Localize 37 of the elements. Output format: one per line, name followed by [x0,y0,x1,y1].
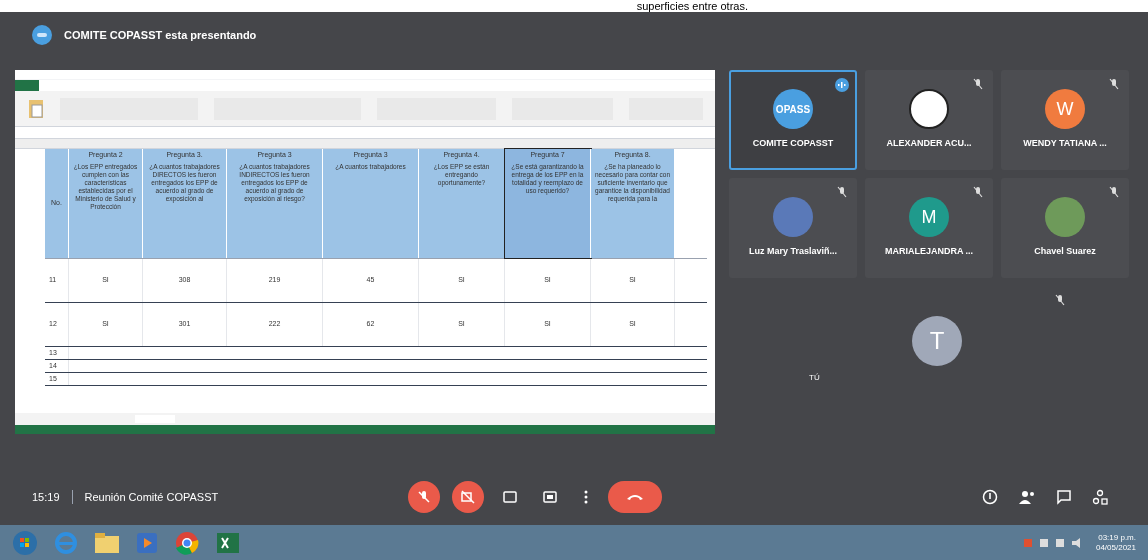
participant-name: ALEXANDER ACU... [886,137,972,151]
avatar: W [1045,89,1085,130]
meeting-title: Reunión Comité COPASST [84,489,219,505]
more-icon [584,490,589,504]
chrome-icon[interactable] [174,529,200,556]
avatar: OPASS [773,89,813,130]
paste-icon [27,97,44,120]
participant-name: Luz Mary Traslaviñ... [749,245,837,259]
presenter-banner-text: COMITE COPASST esta presentando [64,27,257,43]
clock-date: 04/05/2021 [1095,542,1136,553]
spreadsheet-app-icon[interactable] [216,531,240,554]
participant-name: WENDY TATIANA ... [1023,137,1107,151]
microphone-off-button[interactable] [408,481,441,513]
avatar: M [909,197,949,238]
clock-time: 03:19 p.m. [1098,532,1136,543]
participant-name: COMITE COPASST [752,137,834,151]
captions-icon [503,491,518,503]
meeting-time: 15:19 [32,489,60,505]
folder-icon[interactable] [94,531,120,554]
avatar: T [912,316,962,366]
present-icon [543,491,558,503]
activities-icon[interactable] [1092,489,1108,505]
info-icon[interactable] [982,489,998,505]
chat-icon[interactable] [1056,489,1072,505]
leave-call-button[interactable] [608,481,663,513]
people-icon[interactable] [1018,489,1036,505]
start-button-icon[interactable] [12,529,38,556]
camera-off-icon [461,490,476,504]
document-caption: superficies entre otras. [636,0,748,12]
microphone-off-icon [417,490,432,504]
participant-name: MARIALEJANDRA ... [884,245,974,259]
camera-off-button[interactable] [452,481,485,513]
phone-icon [626,493,645,501]
speaking-indicator-icon [835,78,849,92]
presenter-avatar-icon [32,25,52,45]
participant-name: Chavel Suarez [1034,245,1096,259]
participant-name: TÚ [809,372,820,384]
